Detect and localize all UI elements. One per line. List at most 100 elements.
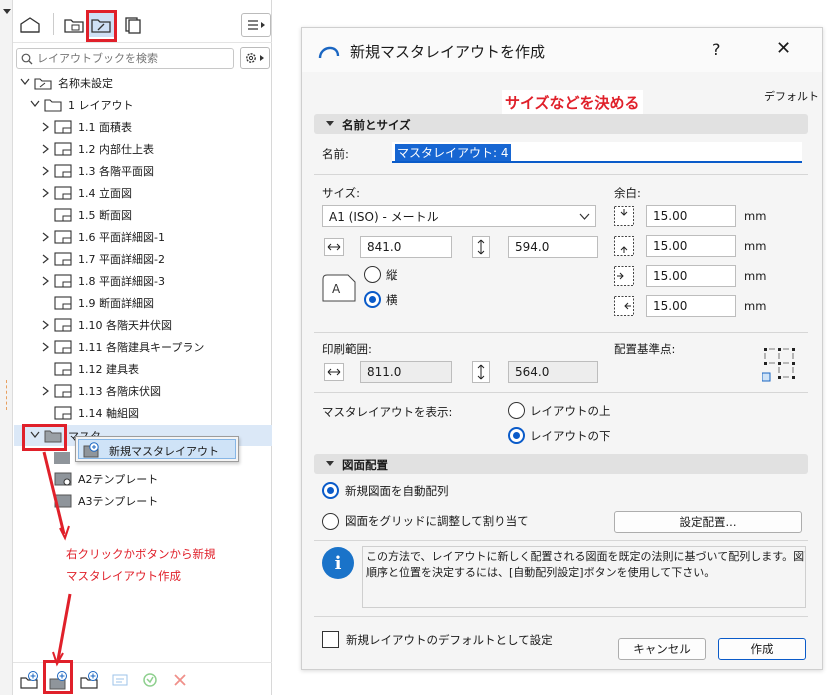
svg-text:A: A xyxy=(332,282,341,296)
annotation-arrows xyxy=(42,451,72,667)
close-button[interactable]: ✕ xyxy=(776,38,791,59)
portrait-radio[interactable] xyxy=(364,266,381,283)
margin-unit: mm xyxy=(744,239,767,253)
settings-button[interactable] xyxy=(107,668,133,692)
highlight-box xyxy=(43,660,73,694)
height-icon xyxy=(472,236,490,258)
help-button[interactable]: ? xyxy=(712,40,721,59)
close-icon xyxy=(174,674,186,686)
margin-value: 15.00 xyxy=(653,209,688,223)
show-master-label: マスタレイアウトを表示: xyxy=(322,405,453,419)
size-select[interactable]: A1 (ISO) - メートル xyxy=(322,205,596,227)
divider xyxy=(314,174,808,175)
show-below-label: レイアウトの下 xyxy=(530,429,611,443)
margin-top-input[interactable]: 15.00 xyxy=(646,205,736,227)
annotation-line: 右クリックかボタンから新規 xyxy=(66,547,216,561)
delete-button[interactable] xyxy=(167,668,193,692)
show-above-radio[interactable] xyxy=(508,402,525,419)
create-button[interactable]: 作成 xyxy=(718,638,806,660)
margin-unit: mm xyxy=(744,209,767,223)
anchor-label: 配置基準点: xyxy=(614,342,676,356)
margin-unit: mm xyxy=(744,269,767,283)
margin-value: 15.00 xyxy=(653,269,688,283)
landscape-label: 横 xyxy=(386,293,398,307)
size-label: サイズ: xyxy=(322,186,361,200)
auto-place-label: 新規図面を自動配列 xyxy=(345,484,449,498)
auto-place-radio[interactable] xyxy=(322,482,339,499)
button-label: 作成 xyxy=(750,642,774,656)
divider xyxy=(314,540,808,541)
dialog-title: 新規マスタレイアウトを作成 xyxy=(350,43,546,61)
height-value: 594.0 xyxy=(515,240,550,254)
callout-text: サイズなどを決める xyxy=(502,90,643,115)
grid-place-radio[interactable] xyxy=(322,513,339,530)
chevron-down-icon xyxy=(326,121,334,126)
width-input[interactable]: 841.0 xyxy=(360,236,452,258)
show-above-label: レイアウトの上 xyxy=(530,404,611,418)
size-value: A1 (ISO) - メートル xyxy=(329,209,439,224)
section-name-size[interactable]: 名前とサイズ xyxy=(314,114,808,134)
section-title: 名前とサイズ xyxy=(342,118,411,132)
margin-right-icon xyxy=(614,296,634,316)
new-layout-icon xyxy=(80,671,98,689)
settings-icon xyxy=(112,674,128,686)
preset-label[interactable]: デフォルト xyxy=(764,88,819,104)
annotation-text: 右クリックかボタンから新規 マスタレイアウト作成 xyxy=(66,543,216,587)
show-below-radio[interactable] xyxy=(508,427,525,444)
new-folder-icon xyxy=(20,671,38,689)
print-height-value: 564.0 xyxy=(515,365,550,379)
refresh-icon xyxy=(143,673,157,687)
width-icon xyxy=(324,238,344,256)
margin-top-icon xyxy=(614,206,634,226)
name-value: マスタレイアウト: 4 xyxy=(395,144,511,161)
landscape-radio[interactable] xyxy=(364,291,381,308)
height-input[interactable]: 594.0 xyxy=(508,236,598,258)
grid-place-label: 図面をグリッドに調整して割り当て xyxy=(345,514,529,528)
print-width-field: 811.0 xyxy=(360,361,452,383)
margin-value: 15.00 xyxy=(653,299,688,313)
margin-bottom-icon xyxy=(614,236,634,256)
width-icon xyxy=(324,363,344,381)
button-label: キャンセル xyxy=(633,642,691,656)
new-layout-button[interactable] xyxy=(77,668,103,692)
anchor-grid-icon[interactable] xyxy=(762,346,798,382)
name-input[interactable]: マスタレイアウト: 4 xyxy=(392,142,802,163)
name-label: 名前: xyxy=(322,147,349,161)
margin-left-icon xyxy=(614,266,634,286)
info-icon: i xyxy=(322,547,354,579)
bottom-toolbar xyxy=(13,660,272,695)
default-checkbox[interactable] xyxy=(322,631,339,648)
margin-bottom-input[interactable]: 15.00 xyxy=(646,235,736,257)
margin-unit: mm xyxy=(744,299,767,313)
info-text-box: この方法で、レイアウトに新しく配置される図面を既定の法則に基づいて配列します。図… xyxy=(362,546,806,608)
new-subset-button[interactable] xyxy=(17,668,43,692)
info-line: この方法で、レイアウトに新しく配置される図面を既定の法則に基づいて配列します。図… xyxy=(366,550,806,563)
section-title: 図面配置 xyxy=(342,458,388,472)
refresh-button[interactable] xyxy=(137,668,163,692)
default-checkbox-label: 新規レイアウトのデフォルトとして設定 xyxy=(346,633,553,647)
width-value: 841.0 xyxy=(367,240,402,254)
margin-label: 余白: xyxy=(614,186,641,200)
margin-left-input[interactable]: 15.00 xyxy=(646,265,736,287)
new-master-layout-dialog: 新規マスタレイアウトを作成 ? ✕ デフォルト サイズなどを決める 名前とサイズ… xyxy=(301,27,823,670)
print-width-value: 811.0 xyxy=(367,365,402,379)
divider xyxy=(314,332,808,333)
orientation-icon: A xyxy=(322,274,356,302)
divider xyxy=(314,616,808,617)
dialog-title-bar: 新規マスタレイアウトを作成 ? ✕ xyxy=(302,28,822,72)
print-area-label: 印刷範囲: xyxy=(322,342,372,356)
button-label: 設定配置... xyxy=(679,515,737,529)
height-icon xyxy=(472,361,490,383)
chevron-down-icon xyxy=(326,461,334,466)
divider xyxy=(314,392,808,393)
info-line: 順序と位置を決定するには、[自動配列設定]ボタンを使用して下さい。 xyxy=(366,566,716,579)
chevron-down-icon xyxy=(579,213,590,220)
section-drawing-placement[interactable]: 図面配置 xyxy=(314,454,808,474)
margin-value: 15.00 xyxy=(653,239,688,253)
annotation-line: マスタレイアウト作成 xyxy=(66,569,181,583)
margin-right-input[interactable]: 15.00 xyxy=(646,295,736,317)
cancel-button[interactable]: キャンセル xyxy=(618,638,706,660)
portrait-label: 縦 xyxy=(386,268,398,282)
archicad-logo-icon xyxy=(318,46,340,59)
placement-settings-button[interactable]: 設定配置... xyxy=(614,511,802,533)
